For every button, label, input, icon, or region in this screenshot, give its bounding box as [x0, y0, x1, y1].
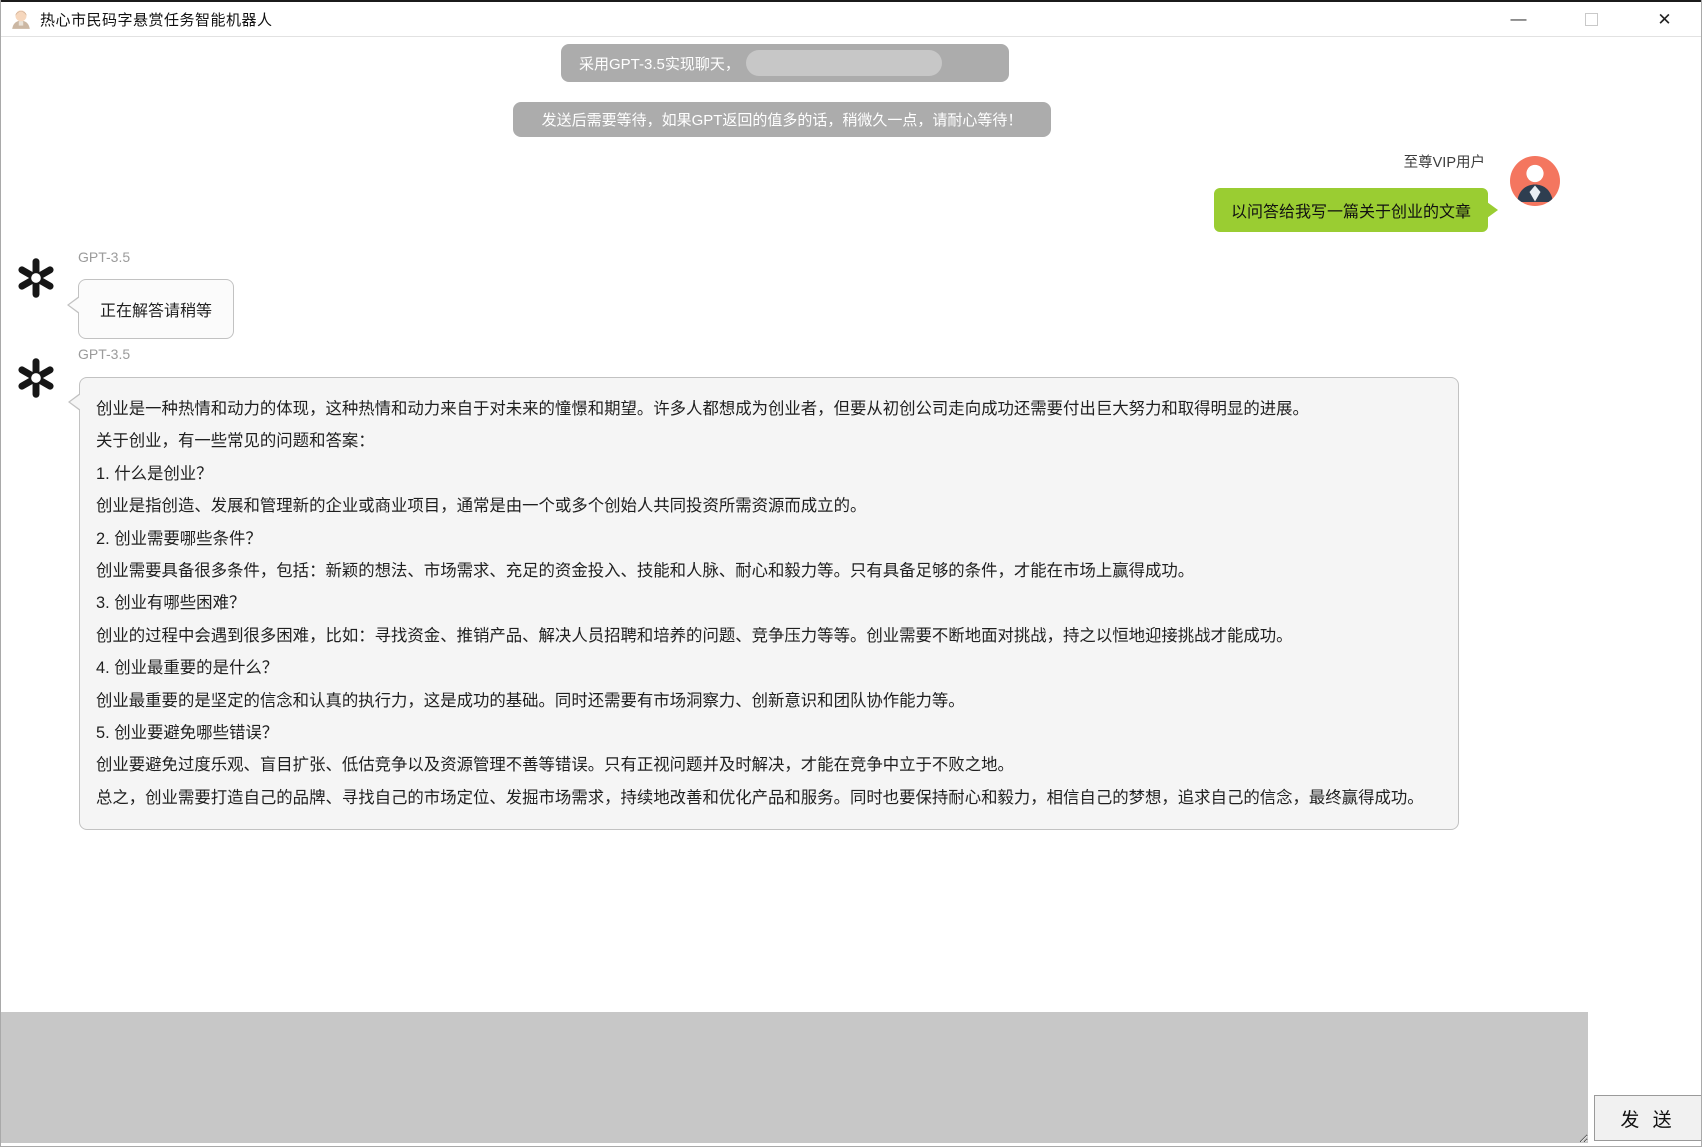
- openai-logo-icon: [15, 357, 57, 399]
- bot-name-label: GPT-3.5: [78, 249, 130, 265]
- title-bar: 热心市民码字悬赏任务智能机器人 — ✕: [1, 0, 1701, 37]
- message-input[interactable]: [1, 1012, 1588, 1143]
- close-button[interactable]: ✕: [1628, 2, 1701, 37]
- window-controls: — ✕: [1482, 2, 1701, 37]
- close-icon: ✕: [1657, 10, 1671, 30]
- answer-line: 创业最重要的是坚定的信念和认真的执行力，这是成功的基础。同时还需要有市场洞察力、…: [96, 685, 1442, 717]
- answer-line: 1. 什么是创业？: [96, 458, 1442, 490]
- bot-name-label: GPT-3.5: [78, 346, 130, 362]
- bot-message-bubble-waiting: 正在解答请稍等: [78, 279, 234, 339]
- answer-line: 创业是一种热情和动力的体现，这种热情和动力来自于对未来的憧憬和期望。许多人都想成…: [96, 393, 1442, 425]
- answer-line: 创业的过程中会遇到很多困难，比如：寻找资金、推销产品、解决人员招聘和培养的问题、…: [96, 620, 1442, 652]
- answer-line: 3. 创业有哪些困难？: [96, 587, 1442, 619]
- bubble-tail-left-fill: [69, 297, 80, 313]
- answer-line: 关于创业，有一些常见的问题和答案：: [96, 425, 1442, 457]
- bot-message-bubble-answer: 创业是一种热情和动力的体现，这种热情和动力来自于对未来的憧憬和期望。许多人都想成…: [79, 377, 1459, 830]
- answer-line: 4. 创业最重要的是什么？: [96, 652, 1442, 684]
- bot-message-text: 正在解答请稍等: [100, 303, 212, 320]
- maximize-button[interactable]: [1555, 2, 1628, 37]
- app-icon: [10, 8, 32, 30]
- user-sender-label: 至尊VIP用户: [1404, 151, 1485, 172]
- system-notice-wait-hint: 发送后需要等待，如果GPT返回的值多的话，稍微久一点，请耐心等待！: [513, 102, 1051, 137]
- maximize-icon: [1585, 13, 1598, 26]
- notice-text: 发送后需要等待，如果GPT返回的值多的话，稍微久一点，请耐心等待！: [542, 109, 1023, 130]
- bubble-tail-left-fill: [70, 394, 81, 410]
- send-button[interactable]: 发 送: [1594, 1095, 1702, 1141]
- system-notice-gpt-version: 采用GPT-3.5实现聊天，: [561, 44, 1009, 82]
- openai-logo-icon: [15, 257, 57, 299]
- bubble-tail-right: [1487, 202, 1498, 218]
- answer-line: 5. 创业要避免哪些错误？: [96, 717, 1442, 749]
- answer-line: 2. 创业需要哪些条件？: [96, 523, 1442, 555]
- minimize-button[interactable]: —: [1482, 2, 1555, 37]
- redacted-area: [746, 50, 942, 76]
- user-avatar: [1510, 156, 1560, 206]
- user-message-bubble: 以问答给我写一篇关于创业的文章: [1214, 188, 1488, 232]
- send-button-label: 发 送: [1620, 1105, 1675, 1132]
- app-window: 热心市民码字悬赏任务智能机器人 — ✕ 采用GPT-3.5实现聊天， 发送后需要…: [0, 0, 1702, 1147]
- answer-line: 总之，创业需要打造自己的品牌、寻找自己的市场定位、发掘市场需求，持续地改善和优化…: [96, 782, 1442, 814]
- user-message-text: 以问答给我写一篇关于创业的文章: [1231, 198, 1471, 222]
- answer-line: 创业要避免过度乐观、盲目扩张、低估竞争以及资源管理不善等错误。只有正视问题并及时…: [96, 749, 1442, 781]
- window-title: 热心市民码字悬赏任务智能机器人: [40, 9, 273, 30]
- answer-line: 创业需要具备很多条件，包括：新颖的想法、市场需求、充足的资金投入、技能和人脉、耐…: [96, 555, 1442, 587]
- minimize-icon: —: [1511, 11, 1527, 29]
- notice-text: 采用GPT-3.5实现聊天，: [579, 53, 740, 74]
- answer-line: 创业是指创造、发展和管理新的企业或商业项目，通常是由一个或多个创始人共同投资所需…: [96, 490, 1442, 522]
